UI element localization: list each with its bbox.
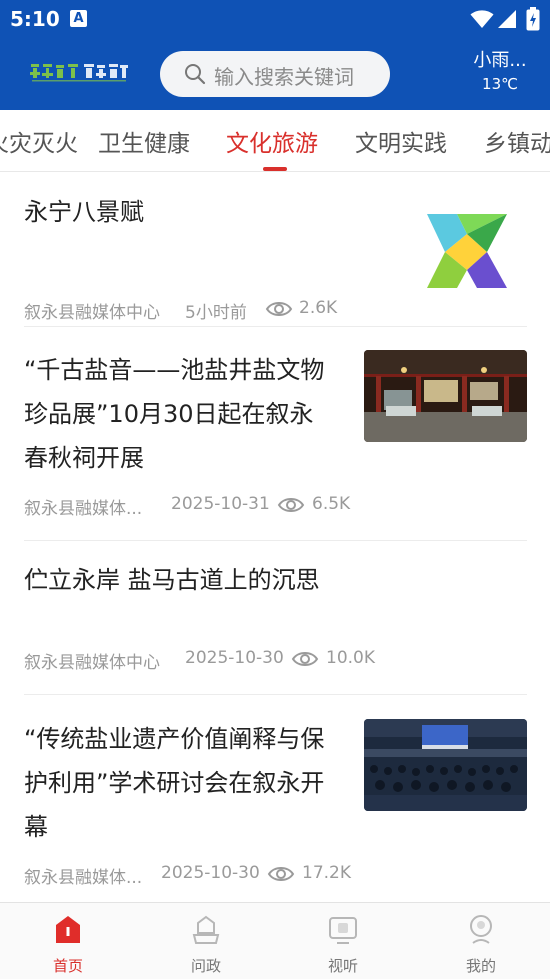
tab-culture-tourism[interactable]: 文化旅游 xyxy=(226,124,318,158)
conference-photo xyxy=(364,719,527,811)
logo-graphic xyxy=(28,60,130,84)
article-title: 永宁八景赋 xyxy=(24,198,144,226)
article-thumbnail xyxy=(364,350,527,442)
bottom-navigation: 首页 问政 视听 我的 xyxy=(0,902,550,979)
article-card[interactable]: “传统盐业遗产价值阐释与保 护利用”学术研讨会在叙永开 幕 叙永县融媒体... … xyxy=(24,717,527,888)
list-divider xyxy=(24,540,527,541)
search-input[interactable]: 输入搜索关键词 xyxy=(160,51,390,97)
article-views: 17.2K xyxy=(302,863,351,883)
nav-profile-label: 我的 xyxy=(465,957,496,975)
app-logo[interactable] xyxy=(28,58,130,86)
nav-home-label: 首页 xyxy=(52,957,83,975)
article-views: 6.5K xyxy=(312,494,351,514)
nav-ask-gov-label: 问政 xyxy=(190,957,221,975)
battery-icon xyxy=(526,7,540,31)
article-views: 2.6K xyxy=(299,298,338,318)
article-list: 永宁八景赋 叙永县融媒体中心 5小时前 2.6K “千古盐音——池盐井盐文物 珍… xyxy=(0,172,550,902)
weather-widget[interactable]: 小雨... 13℃ xyxy=(455,50,545,96)
nav-video[interactable]: 视听 xyxy=(293,913,393,979)
search-placeholder: 输入搜索关键词 xyxy=(214,65,354,89)
article-title: 伫立永岸 盐马古道上的沉思 xyxy=(24,566,320,594)
status-time: 5:10 xyxy=(10,7,60,31)
article-card[interactable]: 伫立永岸 盐马古道上的沉思 叙永县融媒体中心 2025-10-30 10.0K xyxy=(24,558,527,678)
exhibition-hall-photo xyxy=(364,350,527,442)
tab-towns[interactable]: 乡镇动 xyxy=(484,124,550,158)
article-meta: 叙永县融媒体... 2025-10-30 17.2K xyxy=(24,863,384,888)
weather-temperature: 13℃ xyxy=(482,75,518,93)
article-source: 叙永县融媒体中心 xyxy=(24,653,160,673)
views-eye-icon xyxy=(291,652,319,666)
x-logo-graphic xyxy=(405,194,527,306)
article-views: 10.0K xyxy=(326,648,375,668)
article-date: 2025-10-30 xyxy=(161,863,260,883)
nav-video-label: 视听 xyxy=(327,957,358,975)
article-meta: 叙永县融媒体中心 5小时前 2.6K xyxy=(24,298,384,323)
article-meta: 叙永县融媒体中心 2025-10-30 10.0K xyxy=(24,648,424,673)
weather-description: 小雨... xyxy=(473,50,527,71)
views-eye-icon xyxy=(265,302,293,316)
home-icon xyxy=(56,916,80,943)
article-meta: 叙永县融媒体... 2025-10-31 6.5K xyxy=(24,494,384,519)
app-screen: 5:10 A 输入搜索关键词 小雨... 13℃ 灾灭火 卫生健康 文化旅游 文… xyxy=(0,0,550,979)
list-divider xyxy=(24,694,527,695)
article-source: 叙永县融媒体... xyxy=(24,868,143,888)
signal-icon xyxy=(498,10,516,28)
article-date: 2025-10-30 xyxy=(185,648,284,668)
article-source: 叙永县融媒体... xyxy=(24,499,143,519)
nav-profile[interactable]: 我的 xyxy=(431,913,531,979)
channel-tabs: 火灾灭火 卫生健康 文化旅游 文明实践 乡镇动 xyxy=(0,110,550,172)
notification-icon: A xyxy=(70,10,87,27)
article-date: 2025-10-31 xyxy=(171,494,270,514)
video-icon xyxy=(329,917,357,944)
active-tab-indicator xyxy=(263,167,287,171)
article-card[interactable]: “千古盐音——池盐井盐文物 珍品展”10月30日起在叙永 春秋祠开展 叙永县融媒… xyxy=(24,348,527,519)
article-title: “传统盐业遗产价值阐释与保 护利用”学术研讨会在叙永开 幕 xyxy=(24,725,325,841)
article-title: “千古盐音——池盐井盐文物 珍品展”10月30日起在叙永 春秋祠开展 xyxy=(24,356,325,472)
tab-health[interactable]: 卫生健康 xyxy=(98,124,190,158)
tab-fire[interactable]: 火灾灭火 xyxy=(0,124,78,158)
ask-gov-icon xyxy=(192,915,220,944)
views-eye-icon xyxy=(267,867,295,881)
nav-ask-gov[interactable]: 问政 xyxy=(156,913,256,979)
search-icon xyxy=(185,64,206,85)
article-thumbnail xyxy=(405,194,527,306)
list-divider xyxy=(24,326,527,327)
article-date: 5小时前 xyxy=(185,303,247,323)
profile-icon xyxy=(470,915,492,944)
tab-civilization[interactable]: 文明实践 xyxy=(355,124,447,158)
article-source: 叙永县融媒体中心 xyxy=(24,303,160,323)
wifi-icon xyxy=(470,10,494,28)
app-header: 5:10 A 输入搜索关键词 小雨... 13℃ xyxy=(0,0,550,110)
article-thumbnail xyxy=(364,719,527,811)
status-bar: 5:10 A xyxy=(0,0,550,38)
article-card[interactable]: 永宁八景赋 叙永县融媒体中心 5小时前 2.6K xyxy=(24,190,527,323)
nav-home[interactable]: 首页 xyxy=(18,913,118,979)
views-eye-icon xyxy=(277,498,305,512)
